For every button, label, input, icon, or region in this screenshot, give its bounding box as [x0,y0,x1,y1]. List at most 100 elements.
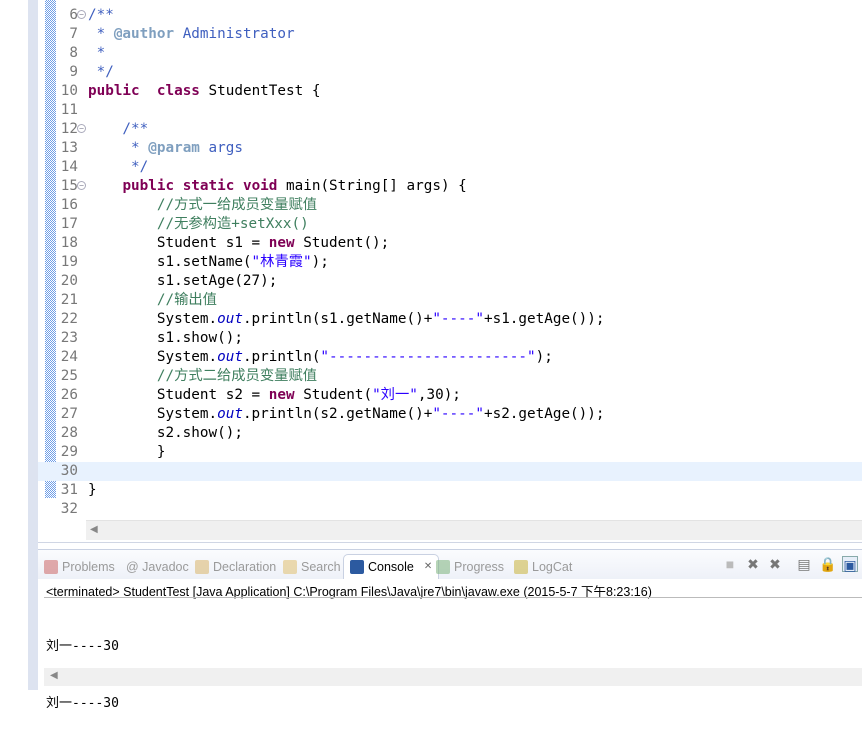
code-content: * @author Administrator [88,25,295,44]
editor-horizontal-scrollbar[interactable]: ◀ [86,520,862,540]
console-horizontal-scrollbar[interactable]: ◀ [44,668,862,686]
code-line[interactable]: 6−/** [38,6,862,25]
code-line[interactable]: 17 //无参构造+setXxx() [38,215,862,234]
logcat-icon [514,559,528,574]
static-field: out [217,349,243,365]
code-content: /** [88,6,114,25]
code-content: Student s1 = new Student(); [88,234,389,253]
terminate-icon[interactable]: ■ [722,556,738,572]
comment: //输出值 [88,292,217,308]
display-console-icon[interactable]: ▣ [842,556,858,573]
tab-console[interactable]: Console ✕ [343,554,440,579]
code-text: System. [88,406,218,422]
code-line[interactable]: 27 System.out.println(s2.getName()+"----… [38,405,862,424]
code-line[interactable]: 11 [38,101,862,120]
code-line[interactable]: 25 //方式二给成员变量赋值 [38,367,862,386]
line-number: 6 [69,7,78,23]
code-text: } [88,444,166,460]
tab-label: Console [368,560,414,574]
javadoc: */ [88,159,149,175]
line-number: 14 [60,159,78,175]
scroll-left-icon[interactable]: ◀ [50,670,58,681]
code-line[interactable]: 20 s1.setAge(27); [38,272,862,291]
keyword: static [182,178,235,194]
fold-toggle-icon[interactable]: − [77,181,86,190]
clear-console-icon[interactable]: ▤ [796,556,812,572]
code-line[interactable]: 23 s1.show(); [38,329,862,348]
code-line[interactable]: 22 System.out.println(s1.getName()+"----… [38,310,862,329]
comment: //方式一给成员变量赋值 [88,197,318,213]
code-line[interactable]: 14 */ [38,158,862,177]
tab-declaration[interactable]: Declaration [195,554,276,579]
fold-toggle-icon[interactable]: − [77,10,86,19]
code-editor[interactable]: 6−/** 7 * @author Administrator 8 * 9 */10 p… [38,0,862,543]
javadoc: * [88,45,106,61]
code-line[interactable]: 18 Student s1 = new Student(); [38,234,862,253]
tab-label: Progress [454,559,505,574]
code-line[interactable]: 13 * @param args [38,139,862,158]
code-line[interactable]: 10 public class StudentTest { [38,82,862,101]
tab-logcat[interactable]: LogCat [514,554,572,579]
code-content: //输出值 [88,291,217,310]
keyword: new [268,235,295,251]
code-line[interactable]: 15− public static void main(String[] arg… [38,177,862,196]
code-text: .println( [242,349,321,365]
keyword: public [88,83,140,99]
code-line[interactable]: 12− /** [38,120,862,139]
remove-all-launches-icon[interactable]: ✖ [767,556,783,572]
code-content: } [88,443,166,462]
code-lines[interactable]: 6−/** 7 * @author Administrator 8 * 9 */10 p… [38,6,862,519]
line-number: 18 [60,235,78,251]
tab-problems[interactable]: Problems [44,554,115,579]
code-text: +s2.getAge()); [483,406,605,422]
tab-search[interactable]: Search [283,554,341,579]
code-line[interactable]: 9 */ [38,63,862,82]
code-line[interactable]: 26 Student s2 = new Student("刘一",30); [38,386,862,405]
string-literal: "----" [432,406,484,422]
code-content: } [88,481,97,500]
close-tab-icon[interactable]: ✕ [424,556,432,578]
fold-toggle-icon[interactable]: − [77,124,86,133]
code-line[interactable]: 19 s1.setName("林青霞"); [38,253,862,272]
scroll-lock-icon[interactable]: 🔒 [819,556,836,572]
code-line[interactable]: 28 s2.show(); [38,424,862,443]
line-number: 30 [60,463,78,479]
string-literal: "刘一" [372,387,418,403]
code-line[interactable]: 24 System.out.println("-----------------… [38,348,862,367]
code-line[interactable]: 30 [38,462,862,481]
javadoc: * [88,140,149,156]
line-number: 21 [60,292,78,308]
code-text: Student s2 = [88,387,269,403]
line-number: 11 [60,102,78,118]
line-number: 19 [60,254,78,270]
tab-label: Problems [62,559,115,574]
remove-launch-icon[interactable]: ✖ [745,556,761,572]
code-line[interactable]: 29 } [38,443,862,462]
comment: //方式二给成员变量赋值 [88,368,318,384]
javadoc: Administrator [174,26,295,42]
line-number: 23 [60,330,78,346]
code-content: System.out.println(s1.getName()+"----"+s… [88,310,605,329]
code-text: } [88,482,97,498]
string-literal: "林青霞" [251,254,312,270]
code-text: main(String[] args) { [277,178,467,194]
code-line[interactable]: 21 //输出值 [38,291,862,310]
line-number: 25 [60,368,78,384]
code-line[interactable]: 7 * @author Administrator [38,25,862,44]
keyword: new [268,387,295,403]
code-content: System.out.println(s2.getName()+"----"+s… [88,405,605,424]
code-line[interactable]: 31} [38,481,862,500]
code-line[interactable]: 16 //方式一给成员变量赋值 [38,196,862,215]
panel-tab-bar: Problems @ Javadoc Declaration Search Consol… [38,550,862,579]
code-line[interactable]: 32 [38,500,862,519]
code-line[interactable]: 8 * [38,44,862,63]
code-text: Student s1 = [88,235,269,251]
problems-icon [44,559,58,574]
tab-javadoc[interactable]: @ Javadoc [126,554,189,579]
tab-progress[interactable]: Progress [436,554,504,579]
search-icon [283,559,297,574]
scroll-left-icon[interactable]: ◀ [90,524,98,535]
